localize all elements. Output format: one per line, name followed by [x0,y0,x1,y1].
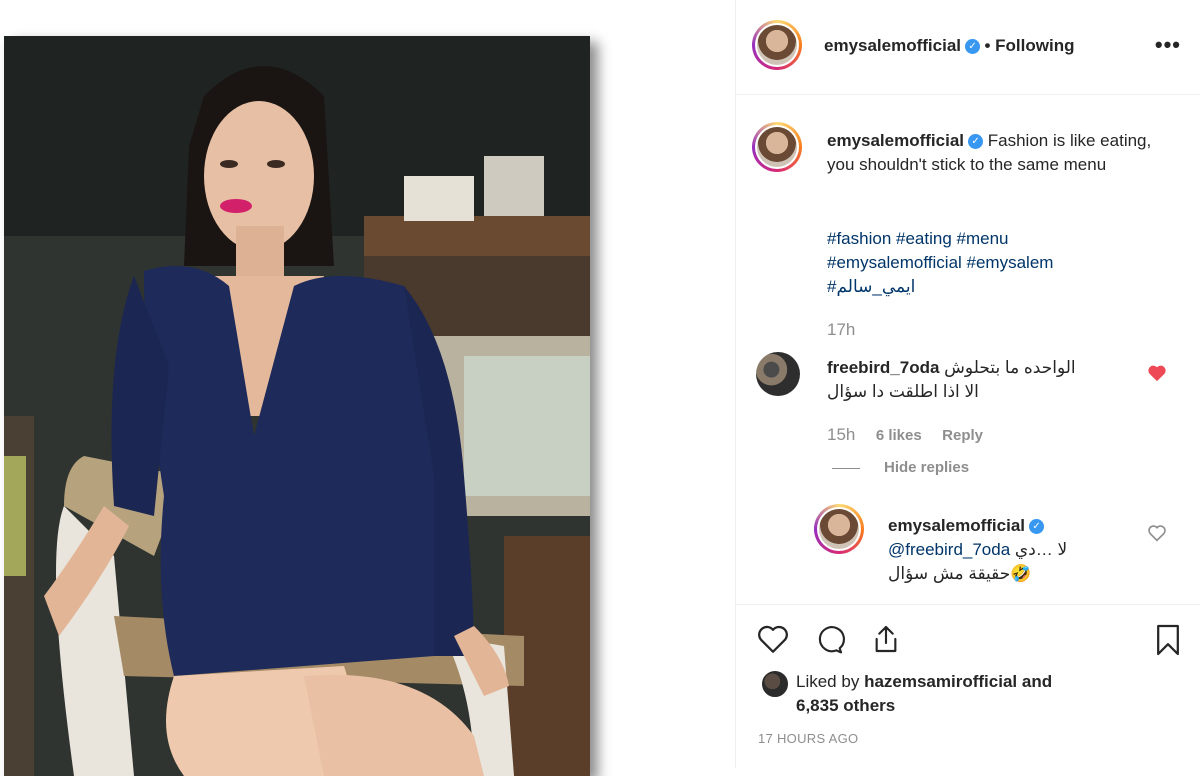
caption-author-avatar[interactable] [752,122,802,172]
verified-icon: ✓ [1029,519,1045,535]
caption-hashtags: #fashion #eating #menu #emysalemofficial… [827,227,1177,299]
likes-prefix: Liked by [796,672,860,691]
reply-mention[interactable]: @freebird_7oda [888,540,1010,559]
post-details-panel: emysalemofficial ✓ • Following ••• emysal… [735,0,1200,768]
comment-meta: 15h 6 likes Reply [827,425,983,445]
reply-username[interactable]: emysalemofficial [888,516,1025,535]
caption-username[interactable]: emysalemofficial [827,131,964,150]
following-status[interactable]: • Following [984,36,1074,55]
reply-like-heart-icon[interactable] [1147,524,1167,547]
liker-username[interactable]: hazemsamirofficial [864,672,1017,691]
more-icon[interactable]: ••• [1155,32,1181,58]
post-actions: Liked by hazemsamirofficial and 6,835 ot… [736,604,1200,769]
share-icon[interactable] [870,623,902,660]
likes-summary: Liked by hazemsamirofficial and 6,835 ot… [796,670,1176,718]
comment-text-line1: الواحده ما بتحلوش [944,358,1076,377]
comment-likes[interactable]: 6 likes [876,427,922,444]
hashtags-line[interactable]: #ايمي_سالم [827,275,1177,299]
reply-text-line2: 🤣حقيقة مش سؤال [888,564,1032,583]
caption-time[interactable]: 17h [827,320,855,340]
avatar-image [819,509,859,549]
heart-icon[interactable] [756,623,790,660]
post-media-area [0,0,735,776]
commenter-avatar[interactable] [756,352,800,396]
photo-illustration [4,36,590,776]
comment-icon[interactable] [812,623,846,660]
comment-time[interactable]: 15h [827,425,855,444]
post-photo[interactable] [4,36,590,776]
hashtags-line[interactable]: #emysalemofficial #emysalem [827,251,1177,275]
hide-replies-line [832,468,860,469]
hashtags-line[interactable]: #fashion #eating #menu [827,227,1177,251]
verified-icon: ✓ [968,134,984,150]
caption: emysalemofficial ✓ Fashion is like eating… [827,129,1177,177]
comment-username[interactable]: freebird_7oda [827,358,939,377]
liker-avatar[interactable] [760,669,790,699]
likes-others[interactable]: 6,835 others [796,696,895,715]
comment: freebird_7oda الواحده ما بتحلوش الا اذا … [827,356,1117,404]
likes-and: and [1021,672,1053,691]
comments-list[interactable]: emysalemofficial ✓ Fashion is like eating… [736,94,1200,604]
post-header: emysalemofficial ✓ • Following ••• [736,0,1200,95]
comment-liked-heart-icon[interactable] [1147,364,1167,388]
author-username[interactable]: emysalemofficial [824,36,961,55]
reply: emysalemofficial ✓ @freebird_7oda لا …دي … [888,514,1138,586]
post-timestamp[interactable]: 17 HOURS AGO [758,731,858,746]
reply-button[interactable]: Reply [942,427,983,444]
avatar-image [757,127,797,167]
reply-text-line1: لا …دي [1014,540,1068,559]
verified-icon: ✓ [965,39,981,55]
comment-text-line2: الا اذا اطلقت دا سؤال [827,382,979,401]
avatar-image [757,25,797,65]
bookmark-icon[interactable] [1154,623,1182,662]
author-avatar[interactable] [752,20,802,70]
reply-author-avatar[interactable] [814,504,864,554]
hide-replies-button[interactable]: Hide replies [884,459,969,476]
